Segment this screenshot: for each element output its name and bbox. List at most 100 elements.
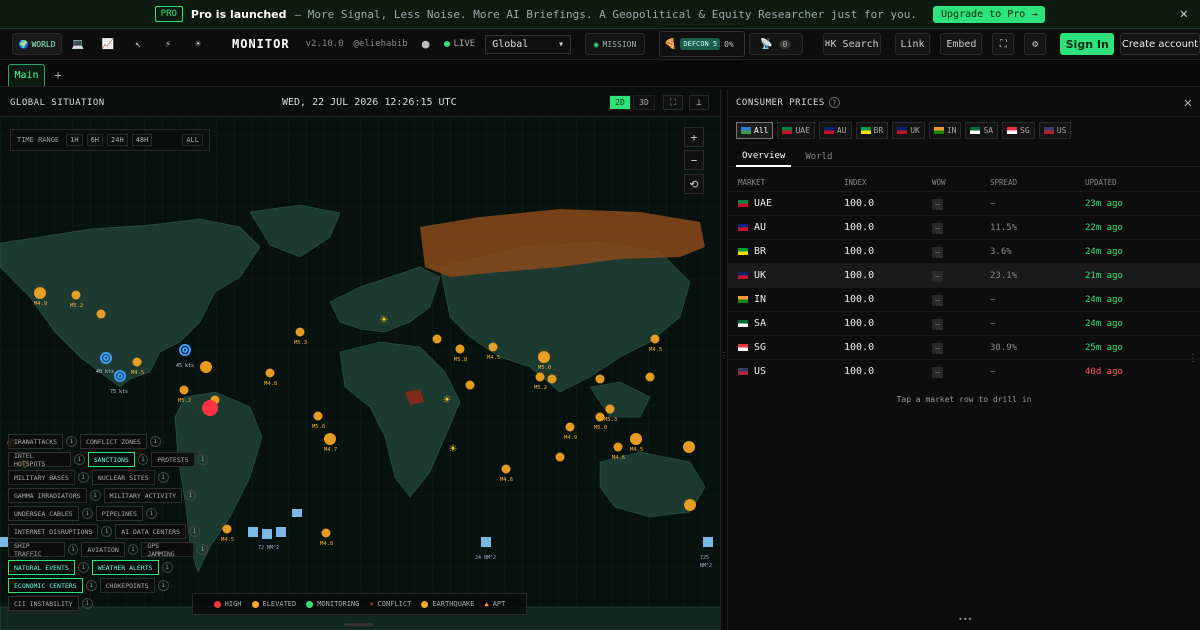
layer-toggle-intel-hotspots[interactable]: INTEL HOTSPOTS — [8, 452, 72, 468]
tab-main[interactable]: Main — [8, 64, 45, 86]
sign-in-button[interactable]: Sign In — [1060, 33, 1115, 55]
reset-view-icon[interactable]: ⟲ — [684, 174, 704, 194]
table-row[interactable]: AU 100.0 – 11.5% 22m ago — [728, 215, 1200, 239]
fullscreen-icon[interactable]: ⛶ — [992, 33, 1015, 55]
earthquake-marker[interactable] — [684, 499, 696, 511]
earthquake-marker[interactable] — [71, 290, 81, 300]
zoom-out-button[interactable]: − — [684, 150, 704, 170]
earthquake-marker[interactable] — [432, 334, 442, 344]
view-2d-button[interactable]: 2D — [609, 95, 631, 110]
col-index[interactable]: INDEX — [844, 178, 932, 187]
variant-energy-button[interactable]: ⚡ — [154, 33, 182, 55]
layer-toggle-cii-instability[interactable]: CII INSTABILITY — [8, 596, 79, 611]
table-row[interactable]: SA 100.0 – – 24m ago — [728, 311, 1200, 335]
table-row[interactable]: US 100.0 – – 40d ago — [728, 359, 1200, 383]
add-tab-button[interactable]: + — [51, 64, 65, 86]
earthquake-marker[interactable] — [324, 433, 336, 445]
earthquake-marker[interactable] — [132, 357, 142, 367]
github-icon[interactable]: ● — [422, 37, 430, 52]
tab-world[interactable]: World — [799, 147, 838, 167]
earthquake-marker[interactable] — [613, 442, 623, 452]
layer-toggle-sanctions[interactable]: SANCTIONS — [87, 452, 135, 467]
earthquake-marker[interactable] — [321, 528, 331, 538]
earthquake-marker[interactable] — [96, 309, 106, 319]
layer-toggle-internet-disruptions[interactable]: INTERNET DISRUPTIONS — [8, 524, 99, 539]
layer-toggle-natural-events[interactable]: NATURAL EVENTS — [8, 560, 75, 575]
info-icon[interactable]: i — [149, 436, 161, 447]
layer-toggle-gps-jamming[interactable]: GPS JAMMING — [141, 542, 195, 558]
time-range-6h[interactable]: 6H — [86, 134, 104, 146]
earthquake-marker[interactable] — [555, 452, 565, 462]
map-resize-handle[interactable] — [344, 623, 374, 626]
earthquake-marker[interactable] — [34, 287, 46, 299]
variant-happy-button[interactable]: ☀ — [184, 33, 212, 55]
earthquake-marker[interactable] — [650, 334, 660, 344]
variant-finance-button[interactable]: 📈 — [94, 33, 122, 55]
country-filter-uae[interactable]: UAE — [777, 121, 815, 139]
info-icon[interactable]: i — [85, 580, 97, 591]
region-select[interactable]: Global ▾ — [485, 34, 572, 54]
earthquake-marker[interactable] — [295, 327, 305, 337]
mission-button[interactable]: ◉ MISSION — [585, 33, 645, 55]
table-row[interactable]: BR 100.0 – 3.6% 24m ago — [728, 239, 1200, 263]
embed-button[interactable]: Embed — [940, 33, 983, 55]
info-icon[interactable]: i — [188, 526, 200, 537]
info-icon[interactable]: i — [77, 472, 89, 483]
variant-cursor-button[interactable]: ↖ — [124, 33, 152, 55]
earthquake-marker[interactable] — [222, 524, 232, 534]
close-icon[interactable]: ✕ — [1184, 95, 1192, 111]
country-filter-au[interactable]: AU — [818, 121, 852, 139]
help-icon[interactable]: ? — [828, 97, 840, 108]
layer-toggle-military-activity[interactable]: MILITARY ACTIVITY — [103, 488, 183, 503]
pin-icon[interactable]: ⊥ — [689, 95, 709, 110]
earthquake-marker[interactable] — [645, 372, 655, 382]
country-filter-br[interactable]: BR — [855, 121, 889, 139]
col-updated[interactable]: UPDATED — [1085, 178, 1117, 187]
tab-overview[interactable]: Overview — [736, 147, 792, 167]
high-alert-marker[interactable] — [202, 400, 218, 416]
defcon-indicator[interactable]: 🍕 DEFCON 5 0% — [658, 31, 745, 57]
info-icon[interactable]: i — [67, 544, 79, 555]
country-filter-sa[interactable]: SA — [965, 121, 999, 139]
info-icon[interactable]: i — [81, 598, 93, 609]
info-icon[interactable]: i — [101, 526, 113, 537]
more-options-icon[interactable]: ⋮ — [1188, 353, 1198, 364]
info-icon[interactable]: i — [89, 490, 101, 501]
table-row[interactable]: UAE 100.0 – – 23m ago — [728, 191, 1200, 215]
country-filter-in[interactable]: IN — [928, 121, 962, 139]
earthquake-marker[interactable] — [179, 385, 189, 395]
link-button[interactable]: Link — [894, 33, 931, 55]
country-filter-us[interactable]: US — [1038, 121, 1072, 139]
create-account-button[interactable]: Create account — [1120, 33, 1200, 55]
view-3d-button[interactable]: 3D — [633, 95, 655, 110]
info-icon[interactable]: i — [81, 508, 93, 519]
time-range-1h[interactable]: 1H — [66, 134, 83, 146]
layer-toggle-ship-traffic[interactable]: SHIP TRAFFIC — [8, 542, 65, 558]
panel-resize-grip[interactable]: ••• — [958, 615, 972, 624]
layer-toggle-undersea-cables[interactable]: UNDERSEA CABLES — [8, 506, 79, 521]
layer-toggle-iranattacks[interactable]: IRANATTACKS — [8, 434, 64, 449]
time-range-all[interactable]: ALL — [182, 134, 203, 146]
layer-toggle-ai-data-centers[interactable]: AI DATA CENTERS — [115, 524, 186, 539]
country-filter-uk[interactable]: UK — [892, 121, 925, 139]
layer-toggle-economic-centers[interactable]: ECONOMIC CENTERS — [8, 578, 83, 593]
country-filter-sg[interactable]: SG — [1002, 121, 1035, 139]
col-spread[interactable]: SPREAD — [990, 178, 1085, 187]
search-button[interactable]: ⌘K Search — [822, 33, 881, 55]
earthquake-marker[interactable] — [488, 342, 498, 352]
country-filter-all[interactable]: All — [736, 121, 774, 139]
earthquake-marker[interactable] — [200, 361, 212, 373]
col-market[interactable]: MARKET — [738, 178, 844, 187]
col-wow[interactable]: WOW — [932, 178, 990, 187]
info-icon[interactable]: i — [157, 580, 169, 591]
earthquake-marker[interactable] — [595, 374, 605, 384]
layer-toggle-pipelines[interactable]: PIPELINES — [95, 506, 143, 521]
time-range-48h[interactable]: 48H — [131, 134, 153, 146]
author-handle[interactable]: @eliehabib — [354, 39, 408, 49]
earthquake-marker[interactable] — [313, 411, 323, 421]
layer-toggle-conflict-zones[interactable]: CONFLICT ZONES — [80, 434, 147, 449]
earthquake-marker[interactable] — [565, 422, 575, 432]
alerts-button[interactable]: 📡 0 — [748, 33, 803, 55]
info-icon[interactable]: i — [197, 454, 208, 465]
layer-toggle-gamma-irradiators[interactable]: GAMMA IRRADIATORS — [8, 488, 87, 503]
